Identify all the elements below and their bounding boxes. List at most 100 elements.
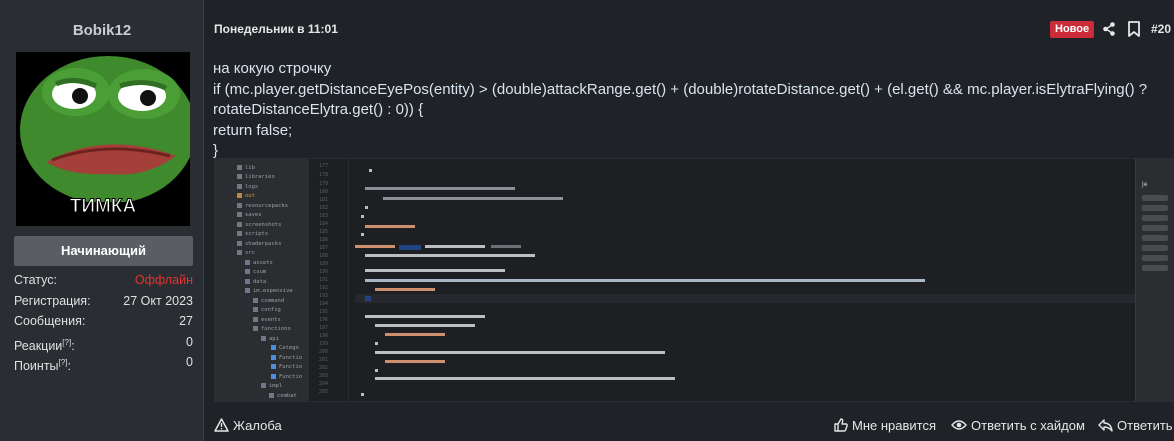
- tree-item-label: command: [261, 298, 285, 304]
- stat-status: Статус: Оффлайн: [14, 272, 193, 293]
- attached-screenshot[interactable]: lib libraries logs out resourcepacks sav…: [214, 158, 1174, 402]
- tree-item-label: im.expensive: [253, 288, 293, 294]
- eye-icon: [951, 420, 967, 430]
- stat-reactions: Реакции[?]: 0: [14, 334, 193, 355]
- post-number[interactable]: #20: [1151, 22, 1171, 36]
- stat-value: 0: [186, 334, 193, 349]
- tree-item: command: [253, 297, 284, 306]
- report-button[interactable]: Жалоба: [214, 416, 282, 434]
- avatar[interactable]: ТИМКА: [16, 52, 190, 226]
- tree-item-label: shaderpacks: [245, 241, 282, 247]
- stat-label: Реакции: [14, 338, 63, 353]
- tree-item: Catego: [271, 344, 299, 353]
- line-number: 180: [319, 189, 329, 195]
- tree-item-label: Functio: [279, 364, 303, 370]
- folder-icon: [237, 250, 242, 255]
- tree-item: Functio: [271, 354, 302, 363]
- line-number: 190: [319, 269, 329, 275]
- class-icon: [271, 355, 276, 360]
- like-button[interactable]: Мне нравится: [834, 416, 936, 434]
- tree-item: api: [261, 335, 279, 344]
- line-number: 186: [319, 237, 329, 243]
- side-panel-chip: [1142, 225, 1168, 231]
- folder-icon: [237, 203, 242, 208]
- tree-item-label: events: [261, 317, 281, 323]
- tree-item-label: api: [269, 336, 279, 342]
- stat-registration: Регистрация: 27 Окт 2023: [14, 293, 193, 314]
- message-line: return false;: [213, 121, 293, 139]
- reply-icon: [1098, 418, 1113, 432]
- side-panel: Je: [1135, 159, 1173, 401]
- folder-icon: [245, 279, 250, 284]
- line-number: 187: [319, 245, 329, 251]
- reply-button[interactable]: Ответить: [1098, 416, 1173, 434]
- tree-item: combat: [269, 392, 297, 401]
- tree-item: im.expensive: [245, 287, 293, 296]
- tree-item-label: saves: [245, 212, 262, 218]
- line-number: 201: [319, 357, 329, 363]
- side-panel-chip: [1142, 255, 1168, 261]
- tree-item-label: logs: [245, 184, 259, 190]
- stat-label: Регистрация:: [14, 293, 91, 308]
- tree-item-label: Functio: [279, 355, 303, 361]
- username[interactable]: Bobik12: [0, 22, 204, 39]
- stat-colon: :: [71, 338, 75, 353]
- line-number: 181: [319, 197, 329, 203]
- line-number: 195: [319, 309, 329, 315]
- stat-label-wrap: Реакции[?]:: [14, 334, 75, 355]
- folder-icon: [237, 184, 242, 189]
- stat-value: 27 Окт 2023: [123, 293, 193, 308]
- like-label: Мне нравится: [852, 417, 937, 433]
- folder-icon: [253, 317, 258, 322]
- code-lines-graphic: [342, 169, 1135, 396]
- tree-item: lib: [237, 164, 255, 173]
- line-number: 192: [319, 285, 329, 291]
- stat-label: Поинты: [14, 359, 59, 374]
- line-number: 183: [319, 213, 329, 219]
- tree-item-label: Functio: [279, 374, 303, 380]
- share-icon[interactable]: [1101, 20, 1117, 38]
- side-panel-chip: [1142, 265, 1168, 271]
- message-line: rotateDistanceElytra.get() : 0)) {: [213, 101, 424, 118]
- class-icon: [271, 364, 276, 369]
- class-icon: [271, 345, 276, 350]
- avatar-image: ТИМКА: [16, 52, 190, 226]
- stat-points: Поинты[?]: 0: [14, 354, 193, 375]
- post-date[interactable]: Понедельник в 11:01: [214, 22, 338, 36]
- line-number: 205: [319, 389, 329, 395]
- line-number: 182: [319, 205, 329, 211]
- tree-item-label: out: [245, 193, 255, 199]
- line-number: 179: [319, 181, 329, 187]
- tree-item: logs: [237, 183, 258, 192]
- bookmark-icon[interactable]: [1126, 20, 1142, 38]
- stat-value: Оффлайн: [134, 273, 193, 287]
- tree-item: saves: [237, 211, 262, 220]
- folder-icon: [245, 260, 250, 265]
- line-number: 202: [319, 365, 329, 371]
- line-number: 177: [319, 163, 329, 169]
- folder-icon: [237, 165, 242, 170]
- folder-icon: [253, 307, 258, 312]
- reply-hide-button[interactable]: Ответить с хайдом: [951, 416, 1085, 434]
- stat-colon: :: [67, 359, 71, 374]
- rank-badge: Начинающий: [14, 236, 193, 266]
- tree-item: Functio: [271, 363, 302, 372]
- side-panel-chip: [1142, 205, 1168, 211]
- class-icon: [271, 374, 276, 379]
- reply-hide-label: Ответить с хайдом: [971, 417, 1085, 433]
- side-panel-chip: [1142, 215, 1168, 221]
- folder-icon: [237, 174, 242, 179]
- stat-label: Статус:: [14, 273, 57, 287]
- folder-icon: [237, 193, 242, 198]
- line-number: 185: [319, 229, 329, 235]
- line-number: 204: [319, 381, 329, 387]
- tree-item-label: csum: [253, 269, 267, 275]
- line-number: 200: [319, 349, 329, 355]
- line-number: 198: [319, 333, 329, 339]
- stat-value: 0: [186, 355, 193, 369]
- line-number: 184: [319, 221, 329, 227]
- message-line: if (mc.player.getDistanceEyePos(entity) …: [213, 80, 1148, 98]
- tree-item: functions: [253, 325, 291, 334]
- tree-item: shaderpacks: [237, 240, 281, 249]
- help-link[interactable]: [?]: [62, 338, 71, 347]
